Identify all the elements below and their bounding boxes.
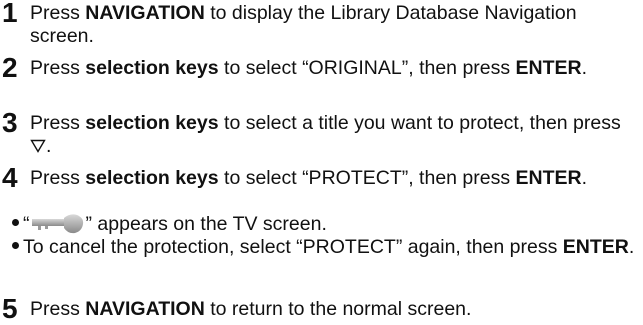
step-number: 1 [2,0,18,28]
step-text: Press selection keys to select a title y… [30,112,639,158]
step-text-part: . [46,135,52,157]
step-text-part: . [581,57,588,79]
step-text-part: to return to the normal screen. [204,298,472,320]
step-text-bold: ENTER [515,167,582,189]
step-number: 3 [2,107,18,138]
down-triangle-icon [30,136,46,153]
bullet-text-part: ” appears on the TV screen. [85,213,327,235]
note-bullet-2: To cancel the protection, select “PROTEC… [12,236,639,259]
step-text-part: to select “PROTECT”, then press [218,167,516,189]
step-text: Press selection keys to select “ORIGINAL… [30,57,639,80]
step-text-part: . [581,167,588,189]
step-text: Press NAVIGATION to return to the normal… [30,298,639,321]
bullet-text-part: . [628,236,635,258]
step-text-part: Press [30,167,86,189]
step-text-part: Press [30,57,86,79]
step-text-part: to select “ORIGINAL”, then press [218,57,516,79]
step-number: 2 [2,52,18,83]
step-text-bold: selection keys [85,57,219,79]
step-text-part: Press [30,112,86,134]
note-bullet-1: “ ” appears on the TV screen. [12,213,639,236]
step-text-part: Press [30,298,86,320]
step-text: Press NAVIGATION to display the Library … [30,2,639,48]
step-number: 4 [2,162,18,193]
step-text-bold: NAVIGATION [85,298,205,320]
step-number: 5 [2,293,18,324]
bullet-dot [12,219,19,226]
step-text: Press selection keys to select “PROTECT”… [30,167,639,190]
step-text-part: Press [30,2,86,24]
bullet-text-bold: ENTER [562,236,629,258]
key-icon [30,213,86,235]
step-text-bold: selection keys [85,167,219,189]
bullet-dot [12,242,19,249]
step-text-bold: NAVIGATION [85,2,205,24]
instruction-document: 1 Press NAVIGATION to display the Librar… [0,0,643,325]
step-text-part: to select a title you want to protect, t… [218,112,621,134]
step-text-bold: selection keys [85,112,219,134]
step-text-bold: ENTER [515,57,582,79]
bullet-text-part: To cancel the protection, select “PROTEC… [23,236,563,258]
